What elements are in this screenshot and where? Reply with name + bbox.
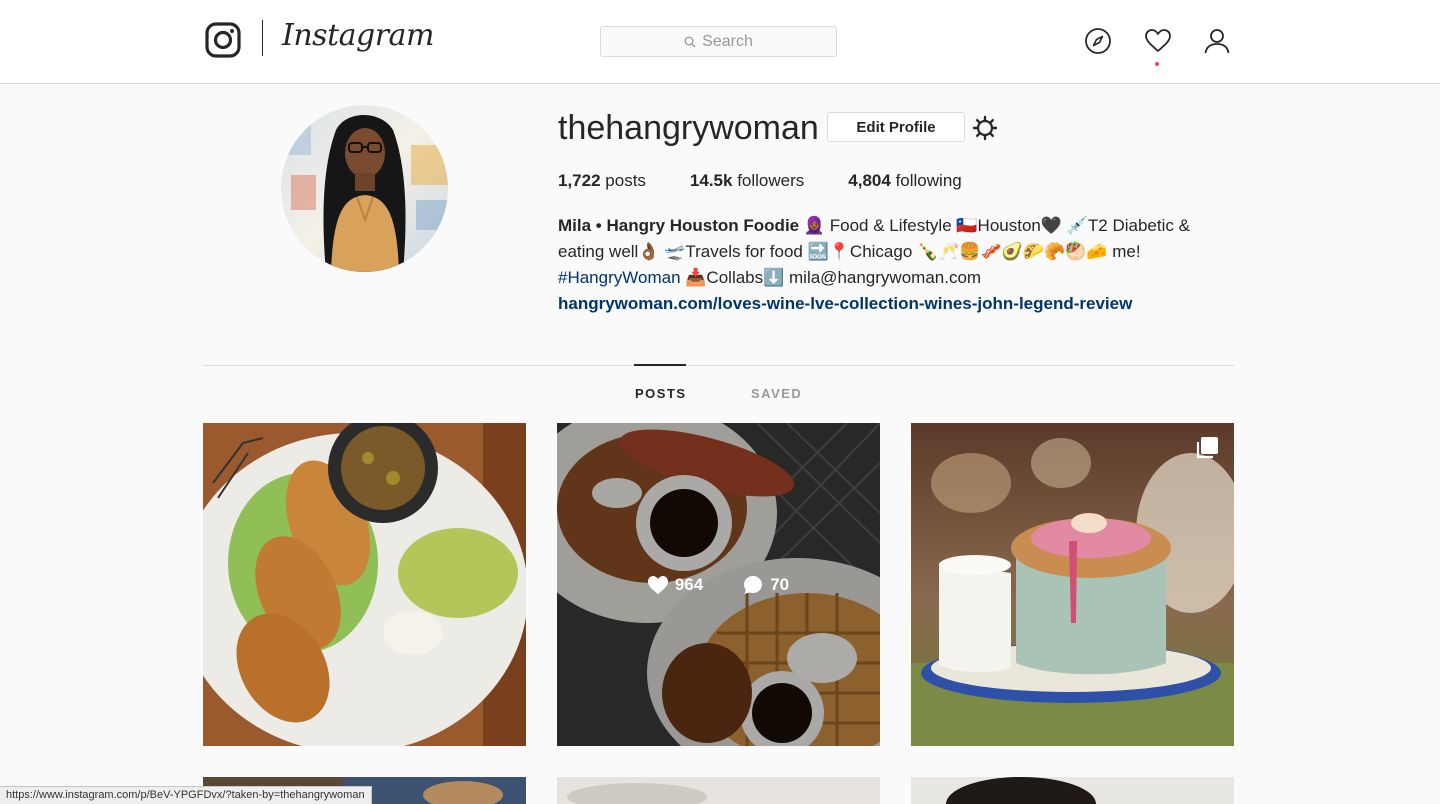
followers-stat[interactable]: 14.5k followers	[690, 171, 804, 191]
post-image-tacos	[203, 423, 526, 746]
bio-line-2: eating well👌🏾 🛫Travels for food 🔜📍Chicag…	[558, 242, 1141, 261]
activity-heart-icon[interactable]	[1144, 27, 1172, 55]
following-count: 4,804	[848, 171, 891, 190]
notification-dot	[1155, 62, 1159, 66]
followers-count: 14.5k	[689, 171, 733, 190]
search-icon	[684, 36, 696, 47]
profile-username: thehangrywoman	[558, 109, 819, 147]
post-image-partial	[911, 777, 1234, 804]
search-input[interactable]: Search	[600, 26, 837, 57]
bio-website-link[interactable]: hangrywoman.com/loves-wine-lve-collectio…	[558, 294, 1132, 313]
post-hover-overlay: 964 70	[557, 423, 880, 746]
following-label: following	[895, 171, 962, 190]
post-thumbnail[interactable]	[557, 777, 880, 804]
profile-avatar[interactable]	[281, 105, 448, 272]
instagram-wordmark[interactable]: Instagram	[282, 18, 434, 53]
posts-stat: 1,722 posts	[558, 171, 646, 191]
post-thumbnail[interactable]	[911, 423, 1234, 746]
posts-count: 1,722	[558, 171, 601, 190]
search-placeholder: Search	[702, 32, 753, 50]
bio-line-3: #HangryWoman 📥Collabs⬇️ mila@hangrywoman…	[558, 265, 1258, 291]
likes-stat: 964	[647, 574, 704, 595]
likes-count: 964	[674, 574, 704, 594]
explore-compass-icon[interactable]	[1084, 27, 1112, 55]
bio-line-3-text: 📥Collabs⬇️ mila@hangrywoman.com	[685, 268, 982, 287]
comments-count: 70	[770, 574, 790, 594]
profile-stats: 1,722 posts 14.5k followers 4,804 follow…	[558, 171, 962, 191]
heart-filled-icon	[647, 575, 668, 594]
comments-stat: 70	[743, 575, 789, 595]
tab-saved[interactable]: SAVED	[751, 386, 802, 401]
posts-label: posts	[605, 171, 646, 190]
bio-hashtag-link[interactable]: #HangryWoman	[558, 268, 681, 287]
browser-status-url: https://www.instagram.com/p/BeV-YPGFDvx/…	[0, 786, 372, 804]
gear-icon[interactable]	[972, 115, 998, 141]
edit-profile-button[interactable]: Edit Profile	[827, 112, 965, 142]
bio-full-name: Mila • Hangry Houston Foodie	[558, 216, 800, 235]
bio-line-1-text: 🧕🏾 Food & Lifestyle 🇨🇱Houston🖤 💉T2 Diabe…	[803, 216, 1190, 235]
comment-bubble-icon	[744, 575, 763, 594]
following-stat[interactable]: 4,804 following	[848, 171, 961, 191]
post-image-souffle	[911, 423, 1234, 746]
post-image-partial	[557, 777, 880, 804]
post-thumbnail[interactable]	[203, 423, 526, 746]
followers-label: followers	[737, 171, 805, 190]
profile-person-icon[interactable]	[1203, 27, 1231, 55]
instagram-camera-icon[interactable]	[205, 22, 241, 58]
profile-bio: Mila • Hangry Houston Foodie 🧕🏾 Food & L…	[558, 213, 1258, 317]
active-tab-indicator	[634, 364, 686, 366]
bio-line-1: Mila • Hangry Houston Foodie 🧕🏾 Food & L…	[558, 213, 1258, 239]
post-thumbnail[interactable]: 964 70	[557, 423, 880, 746]
multiple-photos-icon	[1196, 437, 1218, 459]
logo-divider	[262, 20, 263, 56]
tab-posts[interactable]: POSTS	[635, 386, 687, 401]
top-nav-bar: Instagram Search	[0, 0, 1440, 84]
tabs-divider	[203, 365, 1234, 366]
post-thumbnail[interactable]	[911, 777, 1234, 804]
